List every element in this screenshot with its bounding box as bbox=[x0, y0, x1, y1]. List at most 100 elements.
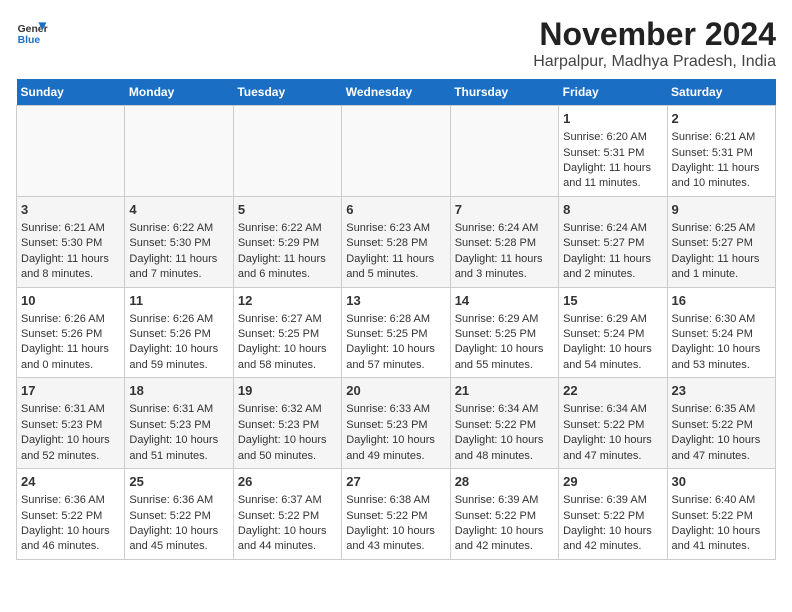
calendar-day-25: 25Sunrise: 6:36 AMSunset: 5:22 PMDayligh… bbox=[125, 469, 233, 560]
calendar-empty-cell bbox=[125, 106, 233, 197]
calendar-week-row: 1Sunrise: 6:20 AMSunset: 5:31 PMDaylight… bbox=[17, 106, 776, 197]
day-info-line: Sunrise: 6:22 AM bbox=[238, 221, 337, 236]
day-info-line: Daylight: 11 hours and 3 minutes. bbox=[455, 252, 554, 283]
day-info-line: Daylight: 11 hours and 7 minutes. bbox=[129, 252, 228, 283]
day-info-line: Sunset: 5:22 PM bbox=[346, 509, 445, 524]
location-subtitle: Harpalpur, Madhya Pradesh, India bbox=[533, 53, 776, 71]
day-info-line: Daylight: 10 hours and 54 minutes. bbox=[563, 342, 662, 373]
day-number: 7 bbox=[455, 201, 554, 219]
day-info-line: Daylight: 10 hours and 44 minutes. bbox=[238, 524, 337, 555]
day-info-line: Sunset: 5:24 PM bbox=[563, 327, 662, 342]
day-number: 26 bbox=[238, 473, 337, 491]
day-number: 11 bbox=[129, 292, 228, 310]
calendar-day-24: 24Sunrise: 6:36 AMSunset: 5:22 PMDayligh… bbox=[17, 469, 125, 560]
day-info-line: Daylight: 10 hours and 48 minutes. bbox=[455, 433, 554, 464]
day-number: 9 bbox=[672, 201, 771, 219]
calendar-day-1: 1Sunrise: 6:20 AMSunset: 5:31 PMDaylight… bbox=[559, 106, 667, 197]
calendar-day-2: 2Sunrise: 6:21 AMSunset: 5:31 PMDaylight… bbox=[667, 106, 775, 197]
day-info-line: Daylight: 10 hours and 42 minutes. bbox=[563, 524, 662, 555]
calendar-day-20: 20Sunrise: 6:33 AMSunset: 5:23 PMDayligh… bbox=[342, 378, 450, 469]
day-info-line: Sunset: 5:30 PM bbox=[21, 236, 120, 251]
day-info-line: Sunrise: 6:40 AM bbox=[672, 493, 771, 508]
day-number: 15 bbox=[563, 292, 662, 310]
calendar-week-row: 24Sunrise: 6:36 AMSunset: 5:22 PMDayligh… bbox=[17, 469, 776, 560]
day-number: 2 bbox=[672, 110, 771, 128]
calendar-week-row: 10Sunrise: 6:26 AMSunset: 5:26 PMDayligh… bbox=[17, 287, 776, 378]
day-info-line: Sunrise: 6:28 AM bbox=[346, 312, 445, 327]
weekday-header-monday: Monday bbox=[125, 79, 233, 106]
day-info-line: Sunset: 5:22 PM bbox=[455, 418, 554, 433]
day-info-line: Sunset: 5:28 PM bbox=[455, 236, 554, 251]
day-number: 30 bbox=[672, 473, 771, 491]
day-info-line: Sunset: 5:23 PM bbox=[238, 418, 337, 433]
day-number: 12 bbox=[238, 292, 337, 310]
weekday-header-wednesday: Wednesday bbox=[342, 79, 450, 106]
day-number: 6 bbox=[346, 201, 445, 219]
day-info-line: Sunrise: 6:34 AM bbox=[563, 402, 662, 417]
day-info-line: Sunrise: 6:25 AM bbox=[672, 221, 771, 236]
calendar-day-16: 16Sunrise: 6:30 AMSunset: 5:24 PMDayligh… bbox=[667, 287, 775, 378]
day-info-line: Sunrise: 6:24 AM bbox=[563, 221, 662, 236]
calendar-header: SundayMondayTuesdayWednesdayThursdayFrid… bbox=[17, 79, 776, 106]
day-number: 25 bbox=[129, 473, 228, 491]
day-info-line: Sunset: 5:24 PM bbox=[672, 327, 771, 342]
day-info-line: Daylight: 11 hours and 8 minutes. bbox=[21, 252, 120, 283]
day-info-line: Sunset: 5:22 PM bbox=[238, 509, 337, 524]
svg-text:Blue: Blue bbox=[18, 35, 41, 46]
day-number: 19 bbox=[238, 382, 337, 400]
calendar-day-27: 27Sunrise: 6:38 AMSunset: 5:22 PMDayligh… bbox=[342, 469, 450, 560]
day-info-line: Sunrise: 6:26 AM bbox=[129, 312, 228, 327]
day-info-line: Daylight: 11 hours and 5 minutes. bbox=[346, 252, 445, 283]
day-info-line: Sunrise: 6:34 AM bbox=[455, 402, 554, 417]
day-info-line: Daylight: 10 hours and 51 minutes. bbox=[129, 433, 228, 464]
calendar-day-15: 15 Sunrise: 6:29 AMSunset: 5:24 PMDayligh… bbox=[559, 287, 667, 378]
day-info-line: Daylight: 10 hours and 49 minutes. bbox=[346, 433, 445, 464]
day-info-line: Sunset: 5:31 PM bbox=[672, 146, 771, 161]
day-info-line: Daylight: 11 hours and 10 minutes. bbox=[672, 161, 771, 192]
calendar-table: SundayMondayTuesdayWednesdayThursdayFrid… bbox=[16, 79, 776, 560]
day-info-line: Sunrise: 6:36 AM bbox=[129, 493, 228, 508]
calendar-day-10: 10Sunrise: 6:26 AMSunset: 5:26 PMDayligh… bbox=[17, 287, 125, 378]
day-info-line: Daylight: 11 hours and 6 minutes. bbox=[238, 252, 337, 283]
calendar-day-12: 12Sunrise: 6:27 AMSunset: 5:25 PMDayligh… bbox=[233, 287, 341, 378]
day-number: 14 bbox=[455, 292, 554, 310]
day-info-line: Daylight: 10 hours and 57 minutes. bbox=[346, 342, 445, 373]
day-info-line: Sunset: 5:28 PM bbox=[346, 236, 445, 251]
day-number: 1 bbox=[563, 110, 662, 128]
day-number: 27 bbox=[346, 473, 445, 491]
day-number: 28 bbox=[455, 473, 554, 491]
day-info-line: Sunset: 5:23 PM bbox=[129, 418, 228, 433]
day-info-line: Daylight: 10 hours and 58 minutes. bbox=[238, 342, 337, 373]
day-info-line: Sunset: 5:22 PM bbox=[129, 509, 228, 524]
day-info-line: Sunrise: 6:36 AM bbox=[21, 493, 120, 508]
day-info-line: Sunrise: 6:22 AM bbox=[129, 221, 228, 236]
day-info-line: Sunset: 5:25 PM bbox=[455, 327, 554, 342]
calendar-day-6: 6Sunrise: 6:23 AMSunset: 5:28 PMDaylight… bbox=[342, 196, 450, 287]
weekday-header-friday: Friday bbox=[559, 79, 667, 106]
day-info-line: Sunrise: 6:21 AM bbox=[21, 221, 120, 236]
calendar-day-21: 21Sunrise: 6:34 AMSunset: 5:22 PMDayligh… bbox=[450, 378, 558, 469]
calendar-day-5: 5Sunrise: 6:22 AMSunset: 5:29 PMDaylight… bbox=[233, 196, 341, 287]
day-number: 20 bbox=[346, 382, 445, 400]
calendar-day-23: 23Sunrise: 6:35 AMSunset: 5:22 PMDayligh… bbox=[667, 378, 775, 469]
day-info-line: Sunset: 5:23 PM bbox=[346, 418, 445, 433]
day-info-line: Sunrise: 6:26 AM bbox=[21, 312, 120, 327]
weekday-header-saturday: Saturday bbox=[667, 79, 775, 106]
calendar-week-row: 17Sunrise: 6:31 AMSunset: 5:23 PMDayligh… bbox=[17, 378, 776, 469]
day-number: 24 bbox=[21, 473, 120, 491]
day-info-line: Sunrise: 6:39 AM bbox=[563, 493, 662, 508]
calendar-empty-cell bbox=[233, 106, 341, 197]
calendar-day-19: 19Sunrise: 6:32 AMSunset: 5:23 PMDayligh… bbox=[233, 378, 341, 469]
calendar-day-26: 26Sunrise: 6:37 AMSunset: 5:22 PMDayligh… bbox=[233, 469, 341, 560]
day-info-line: Sunrise: 6:29 AM bbox=[563, 312, 662, 327]
calendar-day-14: 14Sunrise: 6:29 AMSunset: 5:25 PMDayligh… bbox=[450, 287, 558, 378]
day-info-line: Daylight: 10 hours and 42 minutes. bbox=[455, 524, 554, 555]
day-info-line: Sunrise: 6:27 AM bbox=[238, 312, 337, 327]
calendar-day-29: 29Sunrise: 6:39 AMSunset: 5:22 PMDayligh… bbox=[559, 469, 667, 560]
day-info-line: Sunset: 5:22 PM bbox=[455, 509, 554, 524]
day-info-line: Daylight: 10 hours and 50 minutes. bbox=[238, 433, 337, 464]
title-block: November 2024 Harpalpur, Madhya Pradesh,… bbox=[533, 16, 776, 71]
day-number: 8 bbox=[563, 201, 662, 219]
day-info-line: Daylight: 10 hours and 43 minutes. bbox=[346, 524, 445, 555]
day-info-line: Sunset: 5:22 PM bbox=[563, 418, 662, 433]
